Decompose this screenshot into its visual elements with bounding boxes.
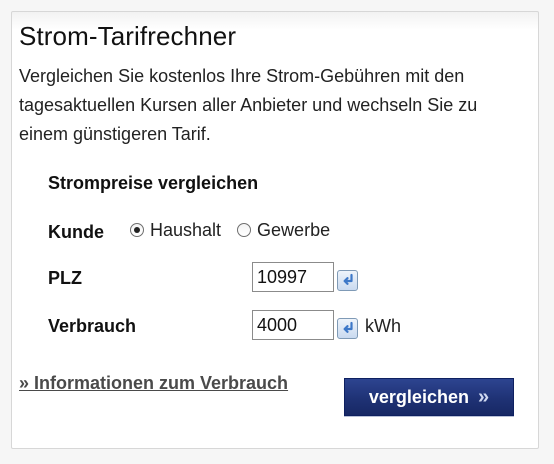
- plz-field-group: [252, 262, 358, 292]
- form-heading: Strompreise vergleichen: [48, 173, 259, 193]
- vergleichen-button[interactable]: vergleichen »: [344, 378, 514, 416]
- double-chevron-right-icon: »: [477, 385, 490, 408]
- kunde-label: Kunde: [48, 222, 104, 242]
- kunde-radio-group: Haushalt Gewerbe: [130, 220, 346, 241]
- vergleichen-button-label[interactable]: vergleichen: [369, 387, 469, 408]
- radio-haushalt-label[interactable]: Haushalt: [150, 220, 221, 241]
- radio-option-gewerbe[interactable]: Gewerbe: [237, 220, 330, 241]
- radio-gewerbe-label[interactable]: Gewerbe: [257, 220, 330, 241]
- verbrauch-label: Verbrauch: [48, 316, 137, 336]
- radio-haushalt[interactable]: [130, 222, 144, 237]
- verbrauch-enter-button[interactable]: [337, 317, 358, 339]
- verbrauch-field-group: kWh: [252, 310, 401, 340]
- radio-option-haushalt[interactable]: Haushalt: [130, 220, 221, 241]
- description: Vergleichen Sie kostenlos Ihre Strom-Geb…: [19, 66, 478, 144]
- plz-label: PLZ: [48, 268, 82, 288]
- verbrauch-input[interactable]: [252, 310, 334, 340]
- radio-gewerbe[interactable]: [237, 222, 252, 237]
- page-title: Strom-Tarifrechner: [19, 21, 237, 51]
- return-arrow-icon: [343, 321, 353, 333]
- plz-enter-button[interactable]: [337, 269, 358, 291]
- return-arrow-icon: [343, 273, 353, 285]
- plz-input[interactable]: [252, 262, 334, 292]
- verbrauch-unit: kWh: [365, 315, 401, 336]
- info-verbrauch-link[interactable]: » Informationen zum Verbrauch: [19, 373, 288, 394]
